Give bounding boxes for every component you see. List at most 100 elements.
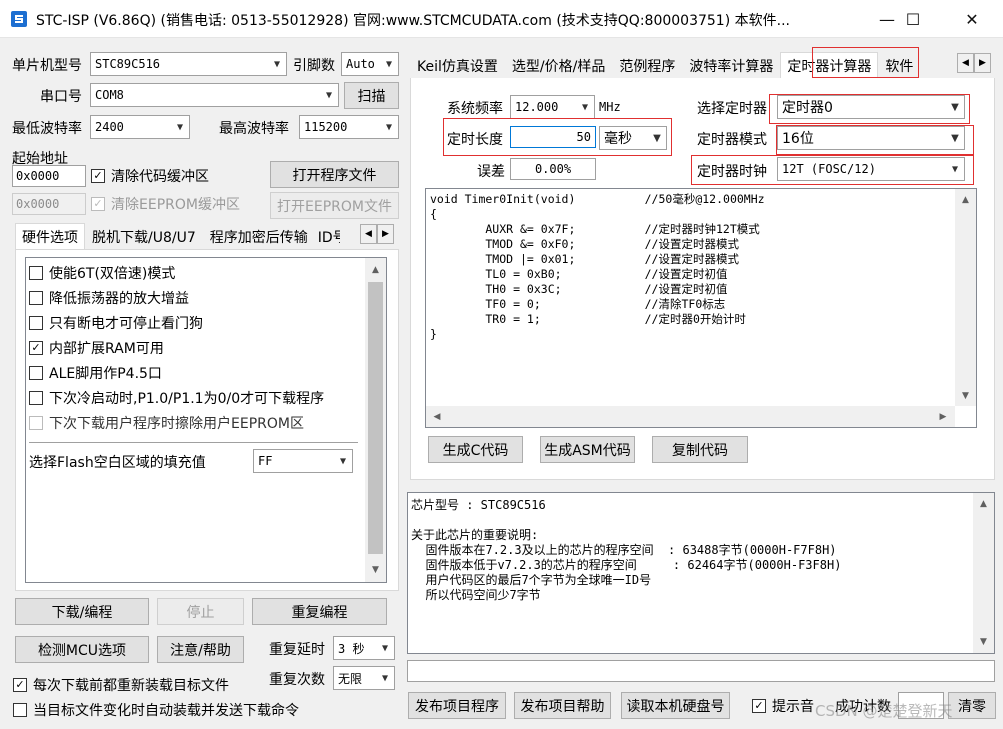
scroll-down-icon[interactable]: ▼: [365, 560, 386, 580]
tab-hardware-options[interactable]: 硬件选项: [15, 223, 85, 249]
select-timer-select[interactable]: 定时器0 ▼: [777, 95, 965, 119]
checkbox-checked-icon[interactable]: ✓: [13, 677, 27, 692]
code-line: TL0 = 0xB0; //设置定时初值: [430, 267, 728, 281]
copy-code-button[interactable]: 复制代码: [652, 436, 748, 463]
pins-select[interactable]: Auto ▼: [341, 52, 399, 76]
checkbox-unchecked-icon[interactable]: [29, 365, 43, 380]
reprogram-button[interactable]: 重复编程: [252, 598, 387, 625]
scroll-up-icon[interactable]: ▲: [365, 260, 386, 280]
code-line: TR0 = 1; //定时器0开始计时: [430, 312, 746, 326]
help-button[interactable]: 注意/帮助: [157, 636, 244, 663]
checkbox-checked-icon[interactable]: ✓: [91, 168, 105, 183]
repeat-count-label: 重复次数: [269, 672, 325, 688]
checkbox-unchecked-icon[interactable]: [29, 290, 43, 305]
window-title: STC-ISP (V6.86Q) (销售电话: 0513-55012928) 官…: [36, 13, 790, 29]
checkbox-unchecked-icon[interactable]: [29, 390, 43, 405]
checkbox-checked-icon: ✓: [91, 196, 105, 211]
scroll-right-icon[interactable]: ▶: [934, 406, 952, 427]
tab-right-2[interactable]: 范例程序: [612, 52, 682, 78]
flash-fill-select[interactable]: FF ▼: [253, 449, 353, 473]
code-text[interactable]: void Timer0Init(void) //50毫秒@12.000MHz{ …: [430, 192, 950, 402]
hardware-option-row[interactable]: ✓ 内部扩展RAM可用: [29, 335, 359, 360]
hardware-option-row[interactable]: 只有断电才可停止看门狗: [29, 310, 359, 335]
code-hscrollbar[interactable]: ◀ ▶: [426, 406, 955, 427]
min-baud-select[interactable]: 2400 ▼: [90, 115, 190, 139]
hardware-option-label: 使能6T(双倍速)模式: [49, 265, 176, 282]
sys-freq-select[interactable]: 12.000 ▼: [510, 95, 595, 119]
hardware-option-row[interactable]: ALE脚用作P4.5口: [29, 360, 359, 385]
scroll-up-icon[interactable]: ▲: [973, 495, 994, 513]
scrollbar-thumb[interactable]: [368, 282, 383, 554]
clear-eeprom-buffer-option: ✓ 清除EEPROM缓冲区: [91, 191, 240, 216]
close-button[interactable]: ✕: [943, 0, 1001, 38]
clear-eeprom-buffer-label: 清除EEPROM缓冲区: [111, 196, 240, 213]
timer-mode-select[interactable]: 16位 ▼: [777, 126, 965, 150]
publish-help-button[interactable]: 发布项目帮助: [514, 692, 611, 719]
options-scrollbar[interactable]: ▲ ▼: [365, 258, 386, 582]
scroll-up-icon[interactable]: ▲: [955, 191, 976, 209]
repeat-delay-label: 重复延时: [269, 642, 325, 658]
info-scrollbar[interactable]: ▲ ▼: [973, 493, 994, 653]
publish-program-button[interactable]: 发布项目程序: [408, 692, 506, 719]
hardware-option-row[interactable]: 使能6T(双倍速)模式: [29, 260, 359, 285]
check-mcu-options-button[interactable]: 检测MCU选项: [15, 636, 149, 663]
checkbox-checked-icon[interactable]: ✓: [752, 698, 766, 713]
tab-id[interactable]: ID号: [315, 223, 341, 249]
scan-button[interactable]: 扫描: [344, 82, 399, 109]
active-tab-highlight: [812, 47, 919, 78]
flash-fill-label: 选择Flash空白区域的填充值: [29, 455, 206, 471]
hardware-option-label: 降低振荡器的放大增益: [49, 290, 189, 307]
timer-mode-value: 16位: [782, 131, 814, 147]
checkbox-checked-icon[interactable]: ✓: [29, 340, 43, 355]
tab-encrypted-transfer[interactable]: 程序加密后传输: [203, 223, 315, 249]
tab-right-1[interactable]: 选型/价格/样品: [505, 52, 612, 78]
tab-scroll-right-icon[interactable]: ▶: [974, 53, 991, 73]
prompt-sound-option[interactable]: ✓ 提示音: [752, 693, 814, 718]
clear-code-buffer-option[interactable]: ✓ 清除代码缓冲区: [91, 163, 209, 188]
tab-offline-download[interactable]: 脱机下载/U8/U7: [85, 223, 203, 249]
timer-length-label: 定时长度: [447, 132, 503, 148]
repeat-delay-select[interactable]: 3 秒 ▼: [333, 636, 395, 660]
timer-length-input[interactable]: 50: [510, 126, 596, 148]
hardware-option-row[interactable]: 下次冷启动时,P1.0/P1.1为0/0才可下载程序: [29, 385, 359, 410]
repeat-count-select[interactable]: 无限 ▼: [333, 666, 395, 690]
tab-right-3[interactable]: 波特率计算器: [682, 52, 780, 78]
right-tab-scroller[interactable]: ◀ ▶: [957, 53, 991, 73]
tab-scroll-left-icon[interactable]: ◀: [957, 53, 974, 73]
watermark-text: CSDN @楚楚登新天: [815, 702, 953, 720]
tab-scroll-left-icon[interactable]: ◀: [360, 224, 377, 244]
reload-before-download-option[interactable]: ✓ 每次下载前都重新装载目标文件: [13, 672, 229, 697]
auto-reload-option[interactable]: 当目标文件变化时自动装载并发送下载命令: [13, 697, 299, 722]
checkbox-unchecked-icon[interactable]: [29, 265, 43, 280]
max-baud-value: 115200: [304, 120, 348, 134]
read-disk-id-button[interactable]: 读取本机硬盘号: [621, 692, 730, 719]
tab-right-0[interactable]: Keil仿真设置: [410, 52, 505, 78]
generate-asm-code-button[interactable]: 生成ASM代码: [540, 436, 635, 463]
left-tab-scroller[interactable]: ◀ ▶: [360, 224, 394, 244]
checkbox-unchecked-icon[interactable]: [13, 702, 27, 717]
timer-clock-select[interactable]: 12T (FOSC/12) ▼: [777, 157, 965, 181]
max-baud-select[interactable]: 115200 ▼: [299, 115, 399, 139]
start-addr-input[interactable]: 0x0000: [12, 165, 86, 187]
hardware-option-row[interactable]: 降低振荡器的放大增益: [29, 285, 359, 310]
repeat-count-value: 无限: [338, 671, 363, 686]
open-program-file-button[interactable]: 打开程序文件: [270, 161, 399, 188]
timer-unit-select[interactable]: 毫秒 ▼: [599, 126, 667, 150]
scroll-down-icon[interactable]: ▼: [955, 387, 976, 405]
port-select[interactable]: COM8 ▼: [90, 83, 339, 107]
info-line: 芯片型号 : STC89C516: [411, 498, 546, 512]
maximize-button[interactable]: ☐: [884, 0, 942, 38]
generate-c-code-button[interactable]: 生成C代码: [428, 436, 523, 463]
scroll-down-icon[interactable]: ▼: [973, 633, 994, 651]
checkbox-unchecked-icon[interactable]: [29, 315, 43, 330]
code-vscrollbar[interactable]: ▲ ▼: [955, 189, 976, 406]
mcu-type-select[interactable]: STC89C516 ▼: [90, 52, 287, 76]
download-program-button[interactable]: 下载/编程: [15, 598, 149, 625]
scroll-left-icon[interactable]: ◀: [428, 406, 446, 427]
clear-count-button[interactable]: 清零: [948, 692, 996, 719]
reload-before-download-label: 每次下载前都重新装载目标文件: [33, 677, 229, 694]
hardware-option-label: 下次冷启动时,P1.0/P1.1为0/0才可下载程序: [49, 390, 325, 407]
maximize-icon: ☐: [905, 9, 921, 29]
title-bar: STC-ISP (V6.86Q) (销售电话: 0513-55012928) 官…: [0, 0, 1003, 38]
tab-scroll-right-icon[interactable]: ▶: [377, 224, 394, 244]
